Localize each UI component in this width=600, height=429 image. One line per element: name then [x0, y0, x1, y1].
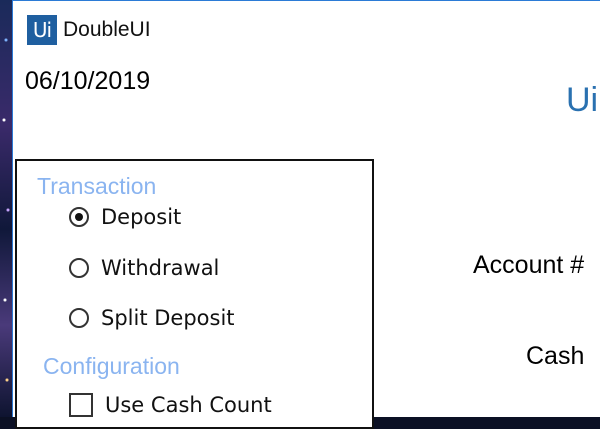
- radio-split-deposit[interactable]: Split Deposit: [69, 306, 235, 330]
- app-window: Ui DoubleUI 06/10/2019 Ui Transaction De…: [12, 0, 600, 429]
- app-title: DoubleUI: [63, 18, 151, 41]
- date-display: 06/10/2019: [25, 67, 151, 95]
- use-cash-count-label: Use Cash Count: [105, 393, 272, 417]
- radio-unselected-icon[interactable]: [69, 308, 89, 328]
- checkbox-unchecked-icon[interactable]: [69, 393, 93, 417]
- app-logo-icon: Ui: [27, 15, 57, 45]
- use-cash-count-checkbox[interactable]: Use Cash Count: [69, 393, 272, 417]
- transaction-heading: Transaction: [37, 173, 157, 199]
- radio-unselected-icon[interactable]: [69, 258, 89, 278]
- radio-label-deposit: Deposit: [101, 205, 182, 229]
- account-number-label: Account #: [473, 251, 585, 279]
- radio-withdrawal[interactable]: Withdrawal: [69, 256, 219, 280]
- radio-deposit[interactable]: Deposit: [69, 205, 181, 229]
- radio-selected-icon[interactable]: [69, 207, 89, 227]
- cash-label: Cash: [526, 342, 585, 370]
- titlebar: Ui DoubleUI: [27, 15, 151, 45]
- options-panel: Transaction Deposit Withdrawal Split Dep…: [15, 159, 374, 429]
- radio-label-split-deposit: Split Deposit: [101, 306, 235, 330]
- brand-logo-text: Ui: [566, 81, 599, 119]
- configuration-heading: Configuration: [43, 353, 180, 379]
- radio-label-withdrawal: Withdrawal: [101, 256, 220, 280]
- desktop-background: [0, 0, 12, 417]
